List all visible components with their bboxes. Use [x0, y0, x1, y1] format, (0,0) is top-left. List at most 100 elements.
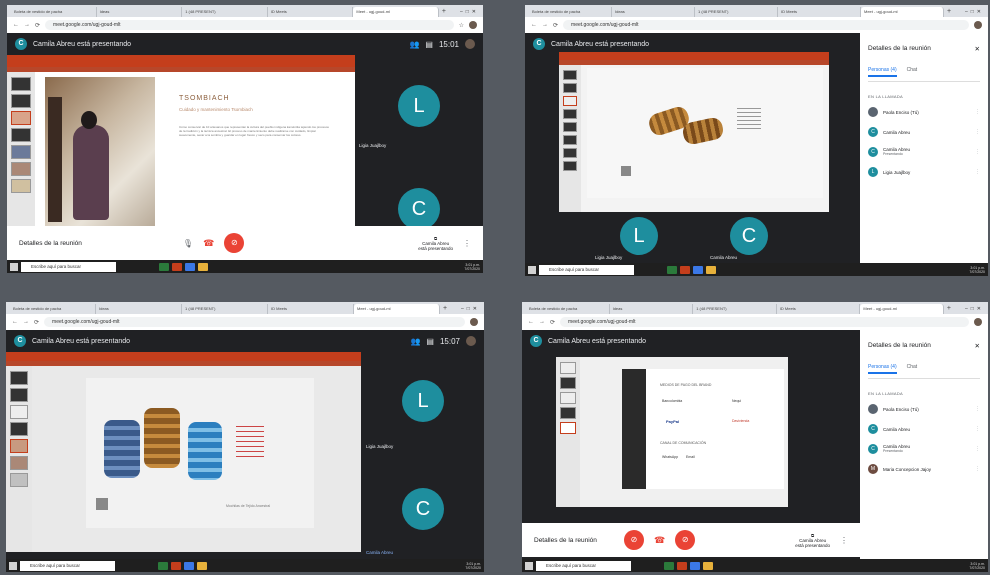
- start-icon[interactable]: [10, 262, 18, 271]
- app-icon[interactable]: [703, 561, 713, 570]
- participant-options-icon[interactable]: ⋮: [962, 129, 980, 135]
- participant-options-icon[interactable]: ⋮: [962, 466, 980, 472]
- app-icon[interactable]: [690, 561, 700, 570]
- app-icon[interactable]: [693, 265, 703, 274]
- slide-thumb[interactable]: [563, 83, 577, 93]
- taskbar-search[interactable]: Escribe aquí para buscar: [536, 560, 631, 571]
- reload-icon[interactable]: ⟳: [553, 22, 558, 29]
- forward-icon[interactable]: →: [23, 319, 29, 325]
- browser-tab[interactable]: Ideas: [96, 304, 182, 314]
- slide-thumb[interactable]: [563, 161, 577, 171]
- slide-thumb[interactable]: [563, 122, 577, 132]
- new-tab-button[interactable]: +: [944, 7, 954, 17]
- reload-icon[interactable]: ⟳: [35, 22, 40, 29]
- participant-row[interactable]: L Ligia Juajlboy ⋮: [868, 167, 980, 177]
- participant-row[interactable]: C Camila Abreu ⋮: [868, 424, 980, 434]
- participant-options-icon[interactable]: ⋮: [962, 426, 980, 432]
- slide-thumb[interactable]: [560, 422, 576, 434]
- participant-options-icon[interactable]: ⋮: [962, 109, 980, 115]
- window-controls[interactable]: –□✕: [450, 304, 480, 314]
- browser-tab[interactable]: ID Meets: [268, 304, 354, 314]
- browser-tab[interactable]: 1 (48 PRESENT): [182, 304, 268, 314]
- profile-avatar[interactable]: [974, 318, 982, 326]
- app-icon[interactable]: [667, 265, 677, 274]
- chat-icon[interactable]: ▤: [425, 40, 433, 49]
- window-controls[interactable]: –□✕: [954, 304, 984, 314]
- slide-thumb[interactable]: [563, 135, 577, 145]
- browser-tab[interactable]: 1 (48 PRESENT): [695, 7, 778, 17]
- browser-tab-active[interactable]: Meet - ugj-goud-ml: [354, 304, 440, 314]
- star-icon[interactable]: ☆: [459, 22, 464, 29]
- taskbar-search[interactable]: Escribe aquí para buscar: [21, 261, 116, 272]
- chat-icon[interactable]: ▤: [426, 337, 434, 346]
- browser-tab-active[interactable]: Meet - ugj-goud-ml: [353, 7, 439, 17]
- new-tab-button[interactable]: +: [944, 304, 954, 314]
- tab-chat[interactable]: Chat: [907, 67, 918, 77]
- forward-icon[interactable]: →: [539, 319, 545, 325]
- browser-tab[interactable]: Ideas: [97, 7, 183, 17]
- slide-thumb[interactable]: [11, 94, 31, 108]
- app-icon[interactable]: [158, 561, 168, 570]
- url-field[interactable]: meet.google.com/ugj-goud-mlt: [563, 20, 969, 30]
- slide-thumb[interactable]: [11, 111, 31, 125]
- slide-thumb[interactable]: [10, 439, 28, 453]
- tab-people[interactable]: Personas (4): [868, 67, 897, 77]
- profile-avatar[interactable]: [469, 21, 477, 29]
- self-avatar[interactable]: [466, 336, 476, 346]
- reload-icon[interactable]: ⟳: [550, 319, 555, 326]
- slide-thumb[interactable]: [11, 179, 31, 193]
- app-icon[interactable]: [706, 265, 716, 274]
- forward-icon[interactable]: →: [542, 22, 548, 28]
- more-icon[interactable]: ⋮: [463, 239, 471, 248]
- slide-thumb[interactable]: [563, 70, 577, 80]
- self-avatar[interactable]: [465, 39, 475, 49]
- forward-icon[interactable]: →: [24, 22, 30, 28]
- tab-people[interactable]: Personas (4): [868, 364, 897, 374]
- slide-thumb[interactable]: [563, 109, 577, 119]
- browser-tab[interactable]: 1 (48 PRESENT): [693, 304, 777, 314]
- slide-thumb[interactable]: [563, 96, 577, 106]
- app-icon[interactable]: [198, 262, 208, 271]
- browser-tab[interactable]: Boleta de vestido de pacha: [529, 7, 612, 17]
- slide-thumb[interactable]: [10, 388, 28, 402]
- url-field[interactable]: meet.google.com/ugj-goud-mlt: [560, 317, 969, 327]
- camera-off-button[interactable]: ⊘: [224, 233, 245, 253]
- back-icon[interactable]: ←: [13, 22, 19, 28]
- close-icon[interactable]: ✕: [975, 45, 980, 53]
- browser-tab[interactable]: ID Meets: [778, 7, 861, 17]
- reload-icon[interactable]: ⟳: [34, 319, 39, 326]
- slide-thumb[interactable]: [11, 145, 31, 159]
- back-icon[interactable]: ←: [531, 22, 537, 28]
- browser-tab-active[interactable]: Meet - ugj-goud-ml: [861, 7, 944, 17]
- app-icon[interactable]: [185, 262, 195, 271]
- back-icon[interactable]: ←: [528, 319, 534, 325]
- more-icon[interactable]: ⋮: [840, 536, 848, 545]
- slide-thumb[interactable]: [10, 371, 28, 385]
- slide-thumb[interactable]: [563, 148, 577, 158]
- slide-thumb[interactable]: [11, 128, 31, 142]
- start-icon[interactable]: [525, 561, 533, 570]
- browser-tab[interactable]: ID Meets: [777, 304, 861, 314]
- browser-tab[interactable]: Boleta de vestido de pacha: [526, 304, 610, 314]
- hangup-icon[interactable]: ☎: [203, 238, 214, 249]
- slide-thumb[interactable]: [560, 407, 576, 419]
- window-controls[interactable]: –□✕: [449, 7, 479, 17]
- slide-thumb[interactable]: [11, 162, 31, 176]
- slide-thumb[interactable]: [560, 377, 576, 389]
- participant-row[interactable]: C Camila Abreu ⋮: [868, 127, 980, 137]
- slide-thumb[interactable]: [10, 473, 28, 487]
- participant-row[interactable]: Paola Enciso (Tú) ⋮: [868, 107, 980, 117]
- browser-tab[interactable]: Ideas: [612, 7, 695, 17]
- new-tab-button[interactable]: +: [440, 304, 450, 314]
- back-icon[interactable]: ←: [12, 319, 18, 325]
- participant-options-icon[interactable]: ⋮: [962, 406, 980, 412]
- participant-row[interactable]: C Camila Abreu Presentando ⋮: [868, 147, 980, 157]
- slide-thumb[interactable]: [10, 405, 28, 419]
- taskbar-search[interactable]: Escribe aquí para buscar: [20, 560, 115, 571]
- participant-options-icon[interactable]: ⋮: [962, 169, 980, 175]
- slide-thumb[interactable]: [560, 392, 576, 404]
- mic-icon[interactable]: 🎙: [183, 239, 193, 248]
- app-icon[interactable]: [664, 561, 674, 570]
- taskbar-search[interactable]: Escribe aquí para buscar: [539, 264, 634, 275]
- app-icon[interactable]: [159, 262, 169, 271]
